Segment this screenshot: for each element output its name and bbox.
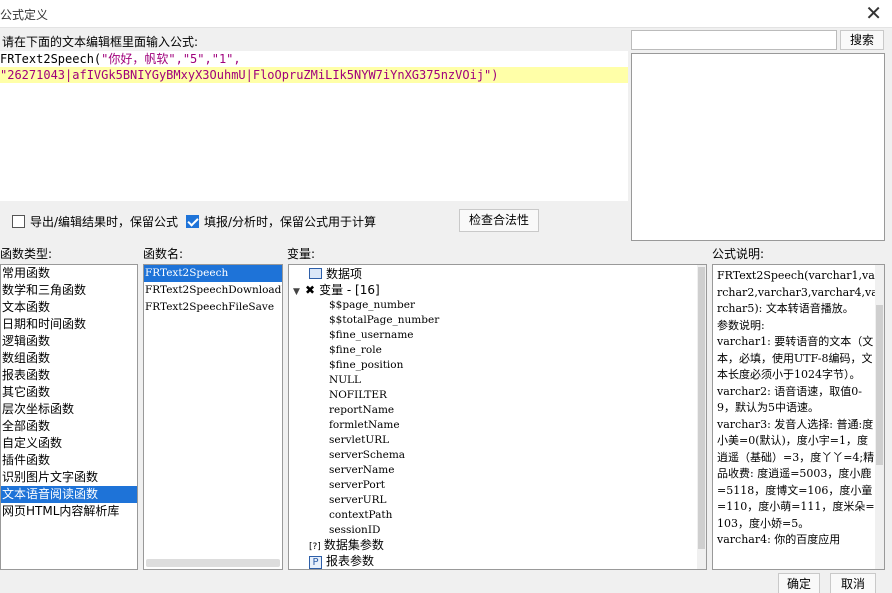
category-item[interactable]: 全部函数 [1,418,137,435]
tree-node-data-items[interactable]: 数据项 [309,267,362,282]
category-item[interactable]: 文本函数 [1,299,137,316]
variables-label: 变量: [287,247,316,261]
report-params-label: 报表参数 [326,554,375,568]
description-paragraph: FRText2Speech(varchar1,varchar2,varchar3… [717,269,878,315]
function-item[interactable]: FRText2Speech [144,265,282,282]
ok-button[interactable]: 确定 [778,573,820,593]
variable-item[interactable]: $fine_position [329,358,403,373]
scrollbar-thumb[interactable] [698,267,705,549]
category-item[interactable]: 数学和三角函数 [1,282,137,299]
variable-item[interactable]: serverURL [329,493,387,508]
variable-item[interactable]: serverName [329,463,394,478]
function-list[interactable]: FRText2SpeechFRText2SpeechDownloadURFRTe… [143,264,283,570]
category-item[interactable]: 文本语音阅读函数 [1,486,137,503]
formula-editor[interactable]: FRText2Speech("你好，帆软","5","1", "26271043… [0,51,628,201]
title-bar: 公式定义 ✕ [0,0,892,28]
editor-prompt: 请在下面的文本编辑框里面输入公式: [2,35,199,49]
category-list[interactable]: 常用函数 数学和三角函数 文本函数 日期和时间函数 逻辑函数 数组函数 报表函数 其它函数 层次… [0,264,138,570]
function-item[interactable]: FRText2SpeechFileSave [144,299,282,316]
description-paragraph: varchar3: 发音人选择: 普通:度小美=0(默认)，度小宇=1，度逍遥（… [717,417,875,530]
variable-item[interactable]: sessionID [329,523,380,538]
category-item[interactable]: 层次坐标函数 [1,401,137,418]
vertical-scrollbar[interactable] [697,265,706,569]
category-item[interactable]: 其它函数 [1,384,137,401]
editor-string-token: "26271043|afIVGk5BNIYGyBMxyX3OuhmU|FloOp… [0,68,499,82]
variable-item[interactable]: NULL [329,373,361,388]
variable-item[interactable]: serverSchema [329,448,405,463]
category-item[interactable]: 自定义函数 [1,435,137,452]
dataset-params-label: 数据集参数 [323,538,384,552]
horizontal-scrollbar[interactable] [146,559,280,567]
tree-node-dataset-params[interactable]: [?] 数据集参数 [309,538,384,553]
editor-line-2: "26271043|afIVGk5BNIYGyBMxyX3OuhmU|FloOp… [0,67,628,83]
variable-group-label: 变量 - [16] [319,283,380,297]
variable-item[interactable]: NOFILTER [329,388,387,403]
variable-item[interactable]: $fine_username [329,328,414,343]
scrollbar-thumb[interactable] [876,305,883,465]
editor-line-1: FRText2Speech("你好，帆软","5","1", [0,51,628,67]
function-item[interactable]: FRText2SpeechDownloadUR [144,282,282,299]
keep-formula-export-label: 导出/编辑结果时，保留公式 [30,215,179,229]
variable-item[interactable]: contextPath [329,508,392,523]
dataset-param-icon: [?] [309,542,321,552]
category-item[interactable]: 常用函数 [1,265,137,282]
variable-item[interactable]: $$page_number [329,298,415,313]
category-item[interactable]: 数组函数 [1,350,137,367]
keep-formula-export-checkbox[interactable] [12,215,25,228]
variable-item[interactable]: serverPort [329,478,385,493]
vertical-scrollbar[interactable] [875,265,884,569]
category-item[interactable]: 报表函数 [1,367,137,384]
function-name-label: 函数名: [143,247,184,261]
category-label: 函数类型: [0,247,53,261]
description-paragraph: 参数说明: [717,318,765,332]
variable-item[interactable]: formletName [329,418,400,433]
keep-formula-fill-checkbox[interactable] [186,215,199,228]
description-paragraph: varchar4: 你的百度应用 [717,533,841,546]
data-items-label: 数据项 [326,267,363,281]
editor-args-token: "你好，帆软","5","1", [101,52,241,66]
keep-formula-export-option[interactable]: 导出/编辑结果时，保留公式 [12,213,178,230]
variable-item[interactable]: servletURL [329,433,389,448]
window-title: 公式定义 [0,8,49,22]
tree-node-variables[interactable]: ▼ ✖ 变量 - [16] [293,283,380,298]
report-param-icon: P [309,556,322,569]
search-result-list[interactable] [631,53,885,241]
search-input[interactable] [631,30,837,50]
variable-tree[interactable]: 数据项 ▼ ✖ 变量 - [16] [?] 数据集参数 P 报表参数 $$page_nu… [288,264,707,570]
description-paragraph: varchar1: 要转语音的文本（文本，必填，使用UTF-8编码，文本长度必须… [717,335,874,381]
description-panel: FRText2Speech(varchar1,varchar2,varchar3… [712,264,885,570]
check-validity-button[interactable]: 检查合法性 [459,209,539,232]
search-button[interactable]: 搜索 [840,30,884,50]
tree-node-report-params[interactable]: P 报表参数 [309,554,374,569]
editor-function-token: FRText2Speech( [0,52,102,66]
category-item[interactable]: 网页HTML内容解析库 [1,503,137,520]
category-item[interactable]: 识别图片文字函数 [1,469,137,486]
category-item[interactable]: 插件函数 [1,452,137,469]
description-label: 公式说明: [712,247,765,261]
keep-formula-fill-option[interactable]: 填报/分析时，保留公式用于计算 [186,213,376,230]
category-item[interactable]: 逻辑函数 [1,333,137,350]
description-paragraph: varchar2: 语音语速，取值0-9，默认为5中语速。 [717,384,863,415]
variable-item[interactable]: $fine_role [329,343,382,358]
close-icon[interactable]: ✕ [865,2,882,24]
variable-group-icon: ✖ [305,283,316,297]
collapse-arrow-icon[interactable]: ▼ [293,285,305,300]
table-icon [309,268,322,279]
category-item[interactable]: 日期和时间函数 [1,316,137,333]
keep-formula-fill-label: 填报/分析时，保留公式用于计算 [204,215,377,229]
cancel-button[interactable]: 取消 [830,573,876,593]
variable-item[interactable]: reportName [329,403,394,418]
variable-item[interactable]: $$totalPage_number [329,313,439,328]
